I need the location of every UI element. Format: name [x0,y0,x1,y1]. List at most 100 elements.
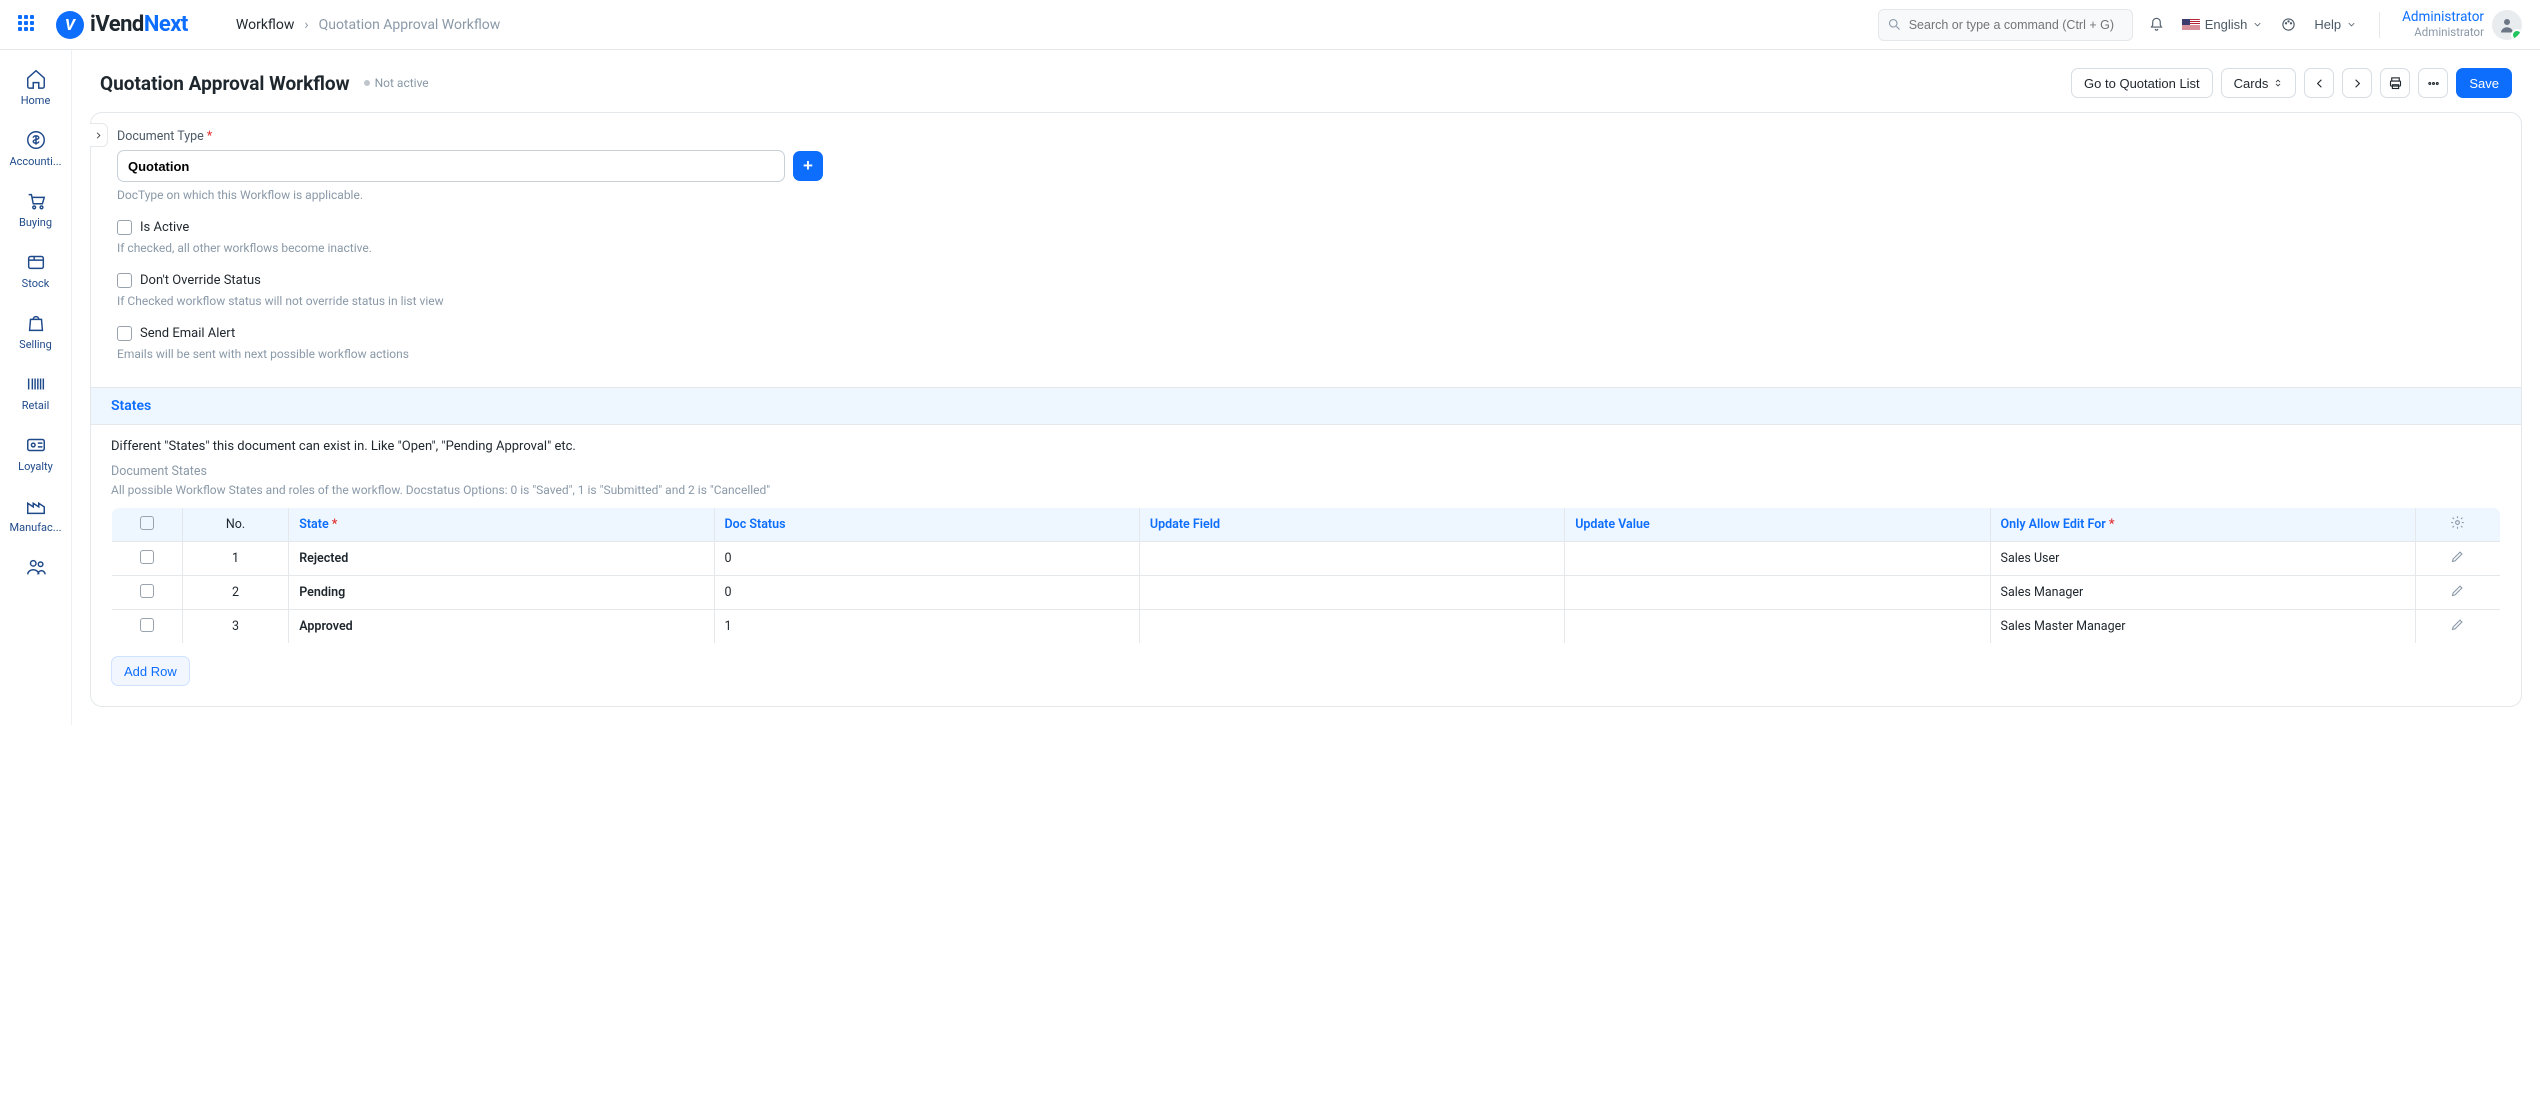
palette-icon [2281,17,2296,32]
search-icon [1887,17,1902,36]
row-update-field[interactable] [1139,576,1564,610]
row-checkbox[interactable] [140,618,154,632]
page-title: Quotation Approval Workflow [100,72,350,95]
printer-icon [2388,76,2403,91]
apps-grid-icon[interactable] [18,15,38,35]
table-row[interactable]: 2Pending0 Sales Manager [112,576,2501,610]
breadcrumb-root[interactable]: Workflow [236,17,295,33]
chevron-down-icon [2346,19,2357,30]
table-row[interactable]: 1Rejected0Sales User [112,542,2501,576]
print-button[interactable] [2380,68,2410,98]
add-doc-type-button[interactable]: + [793,151,823,181]
row-state[interactable]: Rejected [289,542,714,576]
col-no: No. [182,508,288,542]
theme-button[interactable] [2281,17,2296,32]
dont-override-checkbox[interactable] [117,273,132,288]
form-section: Document Type * + DocType on which this … [91,113,2521,377]
states-description: Different "States" this document can exi… [111,439,2501,454]
row-update-value[interactable] [1565,576,1990,610]
chevron-left-icon [2312,76,2327,91]
topbar: V iVendNext Workflow › Quotation Approva… [0,0,2540,50]
next-button[interactable] [2342,68,2372,98]
col-settings[interactable] [2415,508,2500,542]
doc-type-help: DocType on which this Workflow is applic… [117,188,2501,202]
dots-icon [2426,76,2441,91]
row-only-allow[interactable]: Sales Manager [1990,576,2415,610]
brand-logo[interactable]: V iVendNext [56,11,188,39]
more-button[interactable] [2418,68,2448,98]
row-update-field[interactable] [1139,610,1564,644]
goto-quotation-list-button[interactable]: Go to Quotation List [2071,68,2213,98]
row-checkbox[interactable] [140,584,154,598]
dollar-circle-icon [25,129,47,151]
notifications-button[interactable] [2149,17,2164,32]
sidebar-item-selling[interactable]: Selling [0,312,71,351]
is-active-checkbox[interactable] [117,220,132,235]
row-edit-button[interactable] [2415,610,2500,644]
topbar-actions: English Help Administrator Administrator [2149,10,2522,40]
row-state[interactable]: Pending [289,576,714,610]
save-button[interactable]: Save [2456,68,2512,98]
send-email-help: Emails will be sent with next possible w… [117,347,2501,361]
row-only-allow[interactable]: Sales User [1990,542,2415,576]
row-no: 2 [182,576,288,610]
col-only-allow: Only Allow Edit For * [1990,508,2415,542]
logo-badge-icon: V [56,11,84,39]
us-flag-icon [2182,19,2200,31]
user-menu[interactable]: Administrator Administrator [2402,10,2522,40]
row-checkbox[interactable] [140,550,154,564]
prev-button[interactable] [2304,68,2334,98]
table-header-row: No. State * Doc Status Update Field Upda… [112,508,2501,542]
select-all-checkbox[interactable] [140,516,154,530]
is-active-help: If checked, all other workflows become i… [117,241,2501,255]
chevron-right-icon [93,130,104,141]
sidebar-item-buying[interactable]: Buying [0,190,71,229]
sidebar-item-loyalty[interactable]: Loyalty [0,434,71,473]
table-row[interactable]: 3Approved1Sales Master Manager [112,610,2501,644]
cards-dropdown-button[interactable]: Cards [2221,68,2297,98]
row-doc-status[interactable]: 1 [714,610,1139,644]
row-state[interactable]: Approved [289,610,714,644]
row-update-field[interactable] [1139,542,1564,576]
sidebar-item-users[interactable] [0,556,71,582]
page-actions: Go to Quotation List Cards Save [2071,68,2512,98]
send-email-label: Send Email Alert [140,326,235,341]
sidebar-item-retail[interactable]: Retail [0,373,71,412]
sidebar-item-manufacturing[interactable]: Manufac... [0,495,71,534]
states-section: Different "States" this document can exi… [91,425,2521,706]
search-input[interactable] [1878,9,2133,41]
states-section-header[interactable]: States [91,387,2521,425]
row-doc-status[interactable]: 0 [714,542,1139,576]
sidebar-item-home[interactable]: Home [0,68,71,107]
send-email-checkbox[interactable] [117,326,132,341]
row-edit-button[interactable] [2415,542,2500,576]
language-switcher[interactable]: English [2182,17,2264,32]
bag-icon [25,312,47,334]
user-role: Administrator [2402,26,2484,39]
add-row-button[interactable]: Add Row [111,656,190,686]
sidebar-item-accounting[interactable]: Accounti... [0,129,71,168]
idcard-icon [25,434,47,456]
sidebar-toggle[interactable] [90,123,108,147]
row-update-value[interactable] [1565,542,1990,576]
col-update-value: Update Value [1565,508,1990,542]
main-content: Quotation Approval Workflow Not active G… [72,50,2540,725]
row-only-allow[interactable]: Sales Master Manager [1990,610,2415,644]
cart-icon [25,190,47,212]
user-name: Administrator [2402,10,2484,26]
doc-type-input[interactable] [117,150,785,182]
avatar [2492,10,2522,40]
sidebar-item-stock[interactable]: Stock [0,251,71,290]
send-email-row: Send Email Alert [117,326,2501,341]
help-button[interactable]: Help [2314,17,2357,32]
row-edit-button[interactable] [2415,576,2500,610]
row-doc-status[interactable]: 0 [714,576,1139,610]
users-icon [25,556,47,578]
box-icon [25,251,47,273]
form-card: Document Type * + DocType on which this … [90,112,2522,707]
row-update-value[interactable] [1565,610,1990,644]
col-state: State * [289,508,714,542]
sort-icon [2273,78,2283,88]
global-search [1878,9,2133,41]
bell-icon [2149,17,2164,32]
